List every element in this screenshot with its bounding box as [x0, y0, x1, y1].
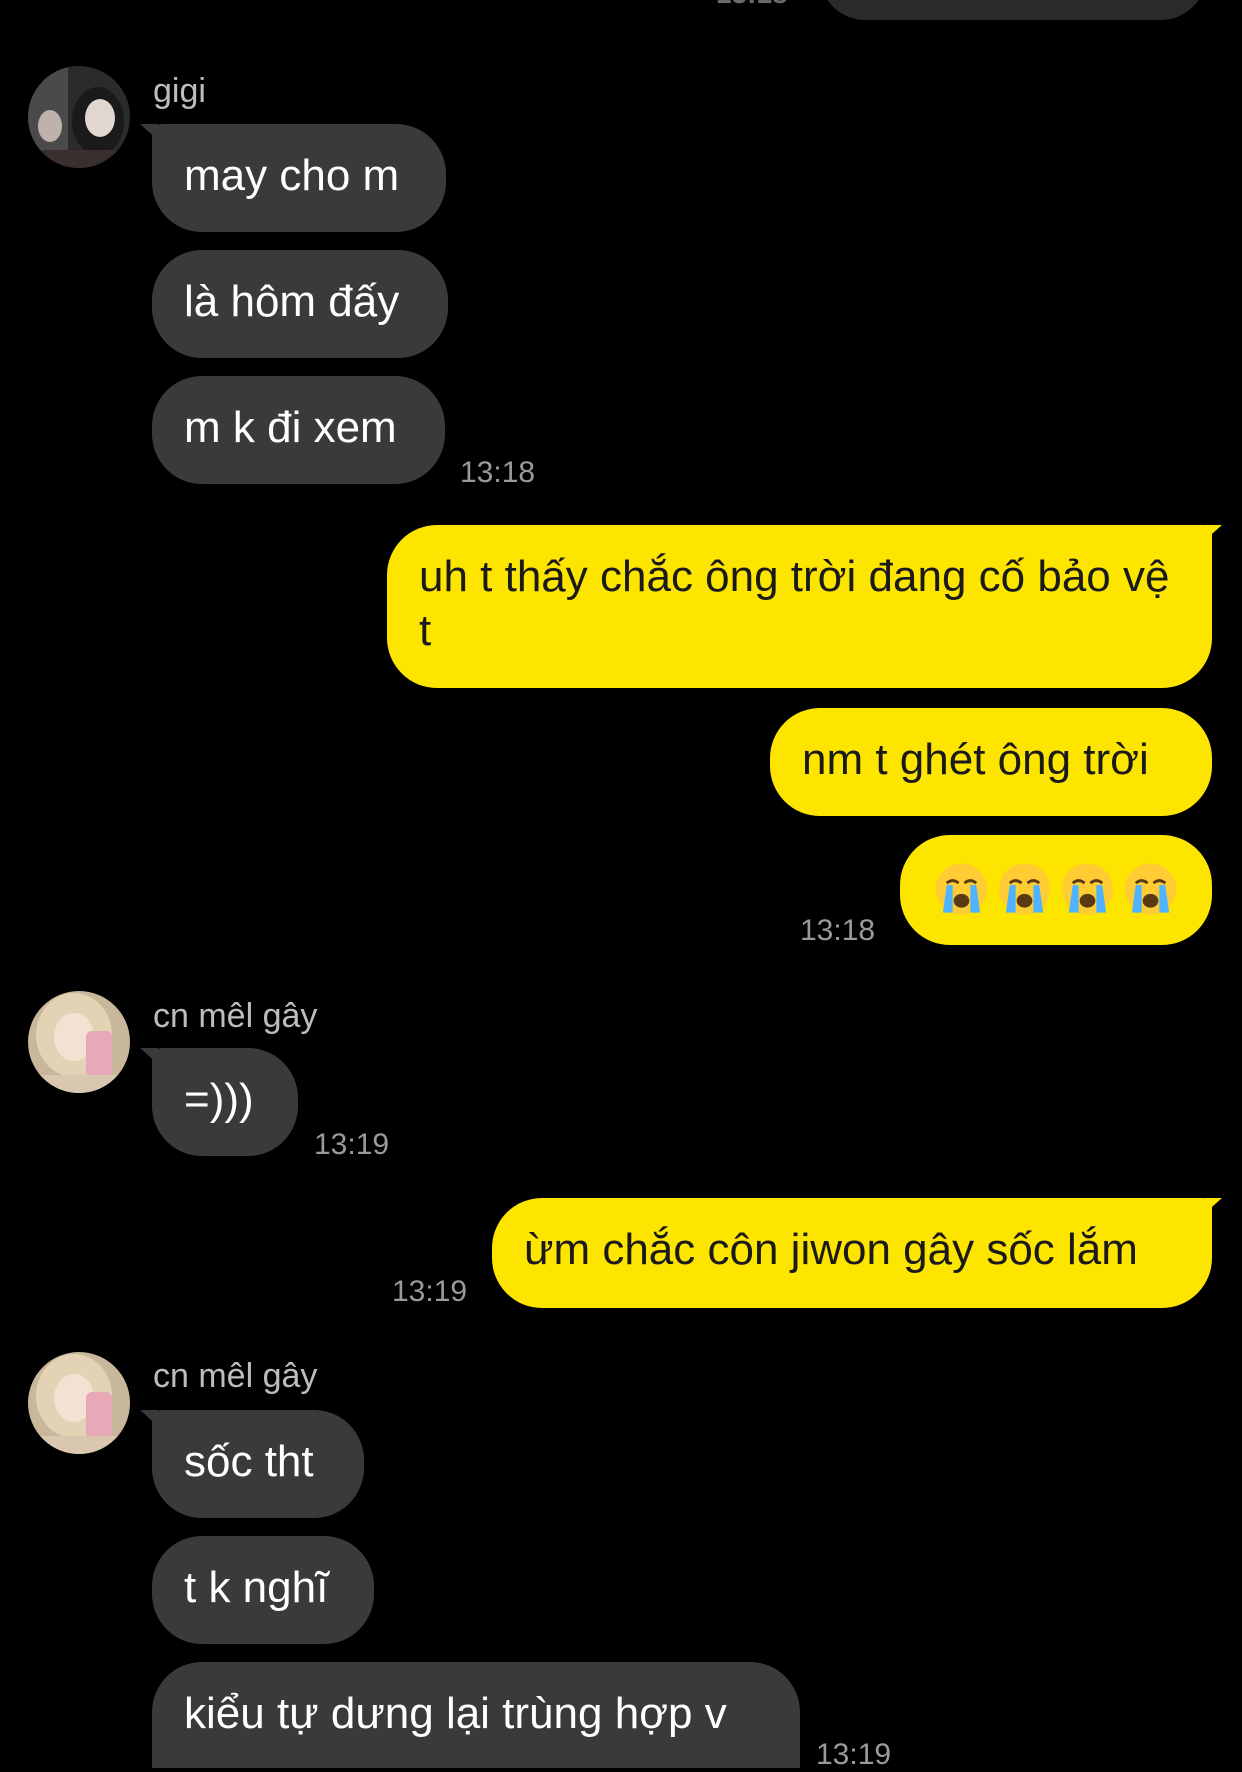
- message-text: ừm chắc côn jiwon gây sốc lắm: [524, 1225, 1138, 1274]
- avatar-gigi[interactable]: [28, 66, 130, 168]
- avatar-cn-mel-gay[interactable]: [28, 1352, 130, 1454]
- message-text: t k nghĩ: [184, 1563, 329, 1612]
- timestamp-cutoff: 13:18: [716, 0, 788, 10]
- message-text: kiểu tự dưng lại trùng hợp v: [184, 1689, 727, 1738]
- sender-name: cn mêl gây: [153, 997, 318, 1035]
- message-bubble[interactable]: ừm chắc côn jiwon gây sốc lắm: [492, 1198, 1212, 1308]
- message-text: m k đi xem: [184, 403, 397, 452]
- message-text: nm t ghét ông trời: [802, 735, 1149, 784]
- message-timestamp: 13:19: [816, 1738, 892, 1771]
- message-bubble-cutoff[interactable]: [820, 0, 1206, 20]
- message-bubble[interactable]: t k nghĩ: [152, 1536, 374, 1644]
- message-bubble[interactable]: kiểu tự dưng lại trùng hợp v: [152, 1662, 800, 1768]
- emoji-row: [934, 862, 1178, 916]
- message-text: may cho m: [184, 151, 400, 200]
- message-bubble[interactable]: uh t thấy chắc ông trời đang cố bảo vệ t: [387, 525, 1212, 688]
- message-bubble[interactable]: m k đi xem: [152, 376, 445, 484]
- message-text: sốc tht: [184, 1437, 314, 1486]
- avatar-gigi-image: [28, 66, 130, 168]
- crying-face-emoji: [998, 863, 1051, 915]
- message-bubble[interactable]: sốc tht: [152, 1410, 364, 1518]
- avatar-cn-mel-gay[interactable]: [28, 991, 130, 1093]
- message-timestamp: 13:18: [460, 456, 536, 489]
- message-bubble[interactable]: là hôm đấy: [152, 250, 448, 358]
- message-bubble[interactable]: may cho m: [152, 124, 446, 232]
- crying-face-emoji: [935, 863, 988, 915]
- message-timestamp: 13:19: [392, 1275, 468, 1308]
- emoji-bubble[interactable]: [900, 835, 1212, 945]
- message-bubble[interactable]: =))): [152, 1048, 298, 1156]
- crying-face-emoji: [1124, 863, 1177, 915]
- crying-face-emoji: [1061, 863, 1114, 915]
- sender-name: gigi: [153, 72, 206, 110]
- message-text: là hôm đấy: [184, 277, 400, 326]
- message-text: =))): [184, 1075, 254, 1124]
- message-timestamp: 13:19: [314, 1128, 390, 1161]
- message-text: uh t thấy chắc ông trời đang cố bảo vệ t: [419, 552, 1170, 655]
- sender-name: cn mêl gây: [153, 1357, 318, 1395]
- avatar-cn-mel-gay-image: [28, 1352, 130, 1454]
- message-timestamp: 13:18: [800, 914, 876, 947]
- message-bubble[interactable]: nm t ghét ông trời: [770, 708, 1212, 816]
- avatar-cn-mel-gay-image: [28, 991, 130, 1093]
